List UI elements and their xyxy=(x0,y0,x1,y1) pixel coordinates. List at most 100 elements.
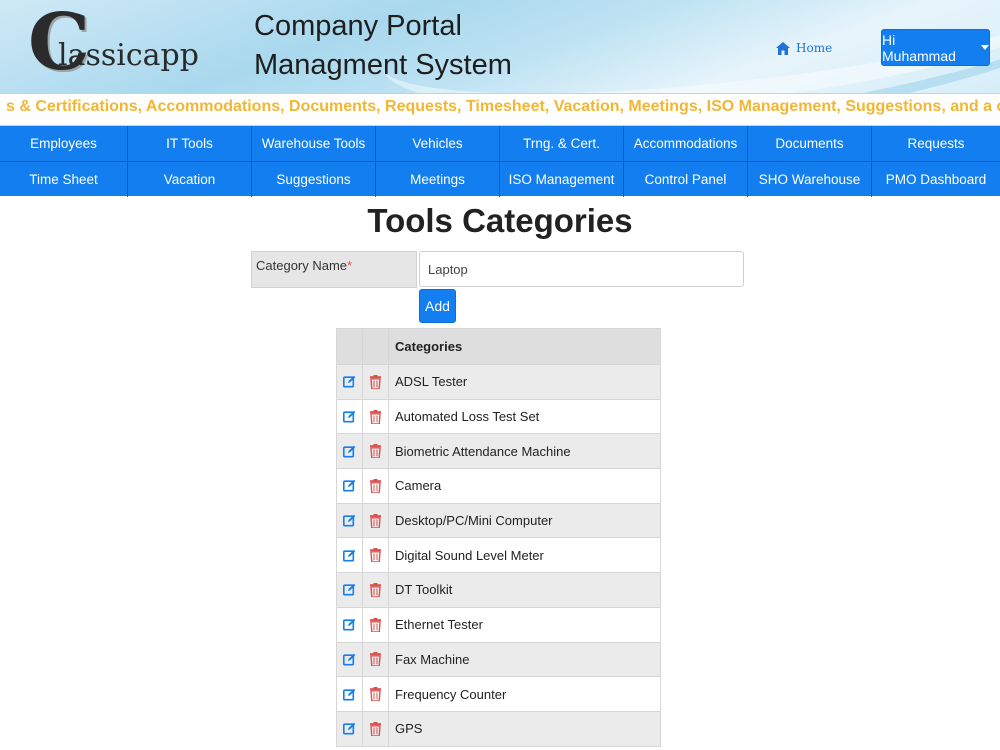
edit-icon[interactable] xyxy=(337,722,362,735)
table-row: ADSL Tester xyxy=(336,364,661,400)
delete-cell xyxy=(362,502,389,539)
add-button[interactable]: Add xyxy=(419,289,456,323)
delete-cell xyxy=(362,606,389,643)
trash-icon[interactable] xyxy=(363,374,388,389)
nav-item-suggestions[interactable]: Suggestions xyxy=(252,162,376,197)
nav-row-1: Employees IT Tools Warehouse Tools Vehic… xyxy=(0,126,1000,161)
trash-icon[interactable] xyxy=(363,548,388,563)
delete-cell xyxy=(362,572,389,608)
trash-icon[interactable] xyxy=(363,513,388,528)
nav-item-sho-warehouse[interactable]: SHO Warehouse xyxy=(748,162,872,197)
delete-cell xyxy=(362,364,389,400)
edit-cell xyxy=(336,606,363,643)
nav-item-time-sheet[interactable]: Time Sheet xyxy=(0,162,128,197)
nav-item-vacation[interactable]: Vacation xyxy=(128,162,252,197)
nav-item-requests[interactable]: Requests xyxy=(872,126,1000,161)
logo[interactable]: C lassicapp xyxy=(28,4,199,86)
delete-cell xyxy=(362,468,389,504)
main-nav: Employees IT Tools Warehouse Tools Vehic… xyxy=(0,126,1000,197)
table-header-row: Categories xyxy=(336,328,661,365)
delete-cell xyxy=(362,641,389,678)
nav-item-vehicles[interactable]: Vehicles xyxy=(376,126,500,161)
nav-item-employees[interactable]: Employees xyxy=(0,126,128,161)
delete-cell xyxy=(362,433,389,470)
trash-icon[interactable] xyxy=(363,409,388,424)
nav-item-training-certification[interactable]: Trng. & Cert. xyxy=(500,126,624,161)
edit-icon[interactable] xyxy=(337,618,362,631)
edit-icon[interactable] xyxy=(337,375,362,388)
edit-cell xyxy=(336,641,363,678)
app-title-line-2: Managment System xyxy=(254,49,512,81)
edit-icon[interactable] xyxy=(337,479,362,492)
table-header-edit xyxy=(336,328,363,365)
nav-item-documents[interactable]: Documents xyxy=(748,126,872,161)
marquee-text: s & Certifications, Accommodations, Docu… xyxy=(6,98,1000,115)
category-name-cell: Biometric Attendance Machine xyxy=(388,433,661,470)
category-name-cell: Digital Sound Level Meter xyxy=(388,537,661,574)
delete-cell xyxy=(362,710,389,747)
category-name-input[interactable] xyxy=(419,251,744,287)
table-header-delete xyxy=(362,328,389,365)
edit-cell xyxy=(336,710,363,747)
edit-icon[interactable] xyxy=(337,583,362,596)
nav-item-meetings[interactable]: Meetings xyxy=(376,162,500,197)
header: C lassicapp Company Portal Managment Sys… xyxy=(0,0,1000,93)
edit-icon[interactable] xyxy=(337,653,362,666)
table-row: Ethernet Tester xyxy=(336,606,661,643)
trash-icon[interactable] xyxy=(363,582,388,597)
categories-table: Categories ADSL Tester Automated Loss Tes… xyxy=(336,328,661,747)
nav-item-accommodations[interactable]: Accommodations xyxy=(624,126,748,161)
category-name-cell: ADSL Tester xyxy=(388,364,661,400)
table-row: Automated Loss Test Set xyxy=(336,398,661,435)
user-menu-label: Hi Muhammad xyxy=(882,31,956,64)
trash-icon[interactable] xyxy=(363,721,388,736)
table-row: Desktop/PC/Mini Computer xyxy=(336,502,661,539)
chevron-down-icon xyxy=(981,45,989,50)
edit-icon[interactable] xyxy=(337,549,362,562)
table-row: Fax Machine xyxy=(336,641,661,678)
trash-icon[interactable] xyxy=(363,444,388,459)
edit-cell xyxy=(336,433,363,470)
nav-row-2: Time Sheet Vacation Suggestions Meetings… xyxy=(0,161,1000,197)
nav-item-pmo-dashboard[interactable]: PMO Dashboard xyxy=(872,162,1000,197)
trash-icon[interactable] xyxy=(363,478,388,493)
page-title: Tools Categories xyxy=(367,202,633,239)
edit-cell xyxy=(336,572,363,608)
category-name-cell: GPS xyxy=(388,710,661,747)
category-name-cell: Frequency Counter xyxy=(388,676,661,712)
home-link[interactable]: Home xyxy=(776,41,832,55)
edit-icon[interactable] xyxy=(337,445,362,458)
delete-cell xyxy=(362,398,389,435)
trash-icon[interactable] xyxy=(363,617,388,632)
logo-text: lassicapp xyxy=(58,38,199,73)
category-name-label-text: Category Name xyxy=(256,258,348,273)
category-name-cell: Automated Loss Test Set xyxy=(388,398,661,435)
category-name-cell: Ethernet Tester xyxy=(388,606,661,643)
nav-item-control-panel[interactable]: Control Panel xyxy=(624,162,748,197)
nav-item-iso-management[interactable]: ISO Management xyxy=(500,162,624,197)
edit-cell xyxy=(336,676,363,712)
nav-item-it-tools[interactable]: IT Tools xyxy=(128,126,252,161)
edit-icon[interactable] xyxy=(337,410,362,423)
required-mark: * xyxy=(347,258,353,273)
edit-cell xyxy=(336,468,363,504)
edit-icon[interactable] xyxy=(337,688,362,701)
nav-item-warehouse-tools[interactable]: Warehouse Tools xyxy=(252,126,376,161)
table-body: ADSL Tester Automated Loss Test Set Biomet… xyxy=(336,364,661,747)
edit-cell xyxy=(336,537,363,574)
trash-icon[interactable] xyxy=(363,687,388,702)
category-name-cell: Fax Machine xyxy=(388,641,661,678)
marquee-banner: s & Certifications, Accommodations, Docu… xyxy=(0,93,1000,126)
home-icon xyxy=(776,41,790,55)
table-row: DT Toolkit xyxy=(336,572,661,608)
user-menu-button[interactable]: Hi Muhammad xyxy=(881,29,990,66)
edit-icon[interactable] xyxy=(337,514,362,527)
category-name-cell: DT Toolkit xyxy=(388,572,661,608)
table-row: Camera xyxy=(336,468,661,504)
table-header-categories: Categories xyxy=(388,328,661,365)
category-name-cell: Desktop/PC/Mini Computer xyxy=(388,502,661,539)
trash-icon[interactable] xyxy=(363,652,388,667)
table-row: GPS xyxy=(336,710,661,747)
table-row: Digital Sound Level Meter xyxy=(336,537,661,574)
edit-cell xyxy=(336,364,363,400)
